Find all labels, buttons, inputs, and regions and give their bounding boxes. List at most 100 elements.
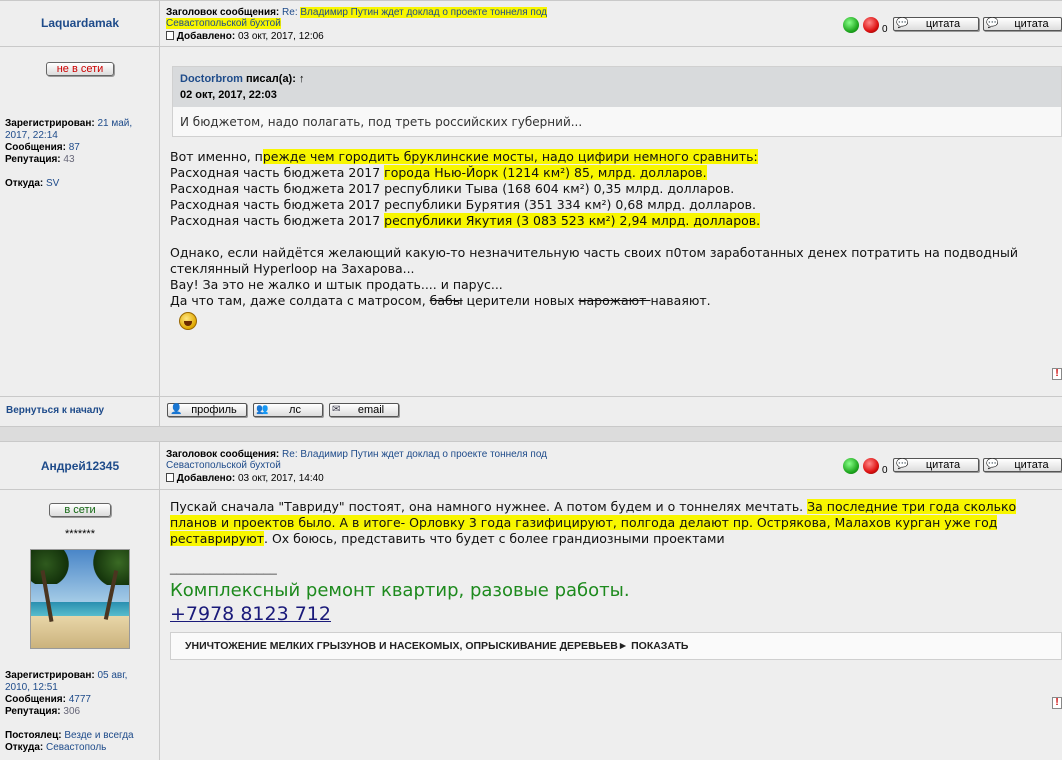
- body-strike: бабы: [429, 293, 463, 308]
- from-value: SV: [46, 178, 60, 189]
- thumb-up-green-icon[interactable]: [843, 458, 859, 474]
- post1-username[interactable]: Laquardamak: [0, 16, 160, 30]
- quote-block: Doctorbrom писал(а): ↑ 02 окт, 2017, 22:…: [172, 66, 1062, 137]
- reg-value-2: 2017, 22:14: [5, 130, 58, 141]
- body-text: Расходная часть бюджета 2017 республики …: [170, 197, 756, 212]
- rep-label: Репутация:: [5, 154, 61, 165]
- body-text: Расходная часть бюджета 2017: [170, 213, 385, 228]
- body-text: Вау! За это не жалко и штык продать.... …: [170, 277, 503, 292]
- speech-icon: 💬: [986, 459, 999, 470]
- pm-button[interactable]: 👥 лс: [253, 403, 323, 417]
- subject-line2[interactable]: Севастопольской бухтой: [166, 18, 281, 29]
- rep-value[interactable]: 306: [63, 706, 80, 717]
- rank-stars: *******: [65, 528, 95, 540]
- ad-banner[interactable]: УНИЧТОЖЕНИЕ МЕЛКИХ ГРЫЗУНОВ И НАСЕКОМЫХ,…: [170, 632, 1062, 660]
- pm-label: лс: [289, 404, 301, 416]
- post1-user-info: Зарегистрирован: 21 май, 2017, 22:14 Соо…: [5, 118, 157, 190]
- speech-icon: 💬: [896, 459, 909, 470]
- ad-banner-text: УНИЧТОЖЕНИЕ МЕЛКИХ ГРЫЗУНОВ И НАСЕКОМЫХ,…: [185, 640, 618, 652]
- quote-label: цитата: [925, 18, 961, 30]
- back-to-top-link[interactable]: Вернуться к началу: [6, 405, 104, 416]
- speech-icon: 💬: [986, 18, 999, 29]
- thumb-up-green-icon[interactable]: [843, 17, 859, 33]
- thumb-down-red-icon[interactable]: [863, 458, 879, 474]
- reg-label: Зарегистрирован:: [5, 118, 95, 129]
- quote-label: цитата: [925, 459, 961, 471]
- post1-subject: Заголовок сообщения: Re: Владимир Путин …: [166, 7, 766, 29]
- post-icon: [166, 31, 174, 40]
- body-text: . Ох боюсь, представить что будет с боле…: [264, 531, 725, 546]
- email-button[interactable]: ✉ email: [329, 403, 399, 417]
- added-label: Добавлено:: [176, 473, 236, 484]
- post2-username[interactable]: Андрей12345: [0, 459, 160, 473]
- messages-label: Сообщения:: [5, 142, 66, 153]
- body-highlight: режде чем городить бруклинские мосты, на…: [262, 149, 758, 164]
- from-value: Севастополь: [46, 742, 107, 753]
- body-text: церители новых: [462, 293, 579, 308]
- body-text: Расходная часть бюджета 2017 республики …: [170, 181, 735, 196]
- subject-line2[interactable]: Севастопольской бухтой: [166, 460, 281, 471]
- resident-value: Везде и всегда: [64, 730, 134, 741]
- subject-prefix[interactable]: Re:: [282, 7, 298, 18]
- report-icon[interactable]: !: [1052, 697, 1062, 709]
- quote-jump-arrow[interactable]: ↑: [299, 73, 305, 85]
- quote-author-link[interactable]: Doctorbrom: [180, 73, 243, 85]
- reg-value-2: 2010, 12:51: [5, 682, 58, 693]
- quote-label: цитата: [1014, 18, 1049, 30]
- signature-ad: Комплексный ремонт квартир, разовые рабо…: [170, 580, 630, 601]
- body-text: Пускай сначала "Тавриду" постоят, она на…: [170, 499, 808, 514]
- body-text: стеклянный Hyperloop на Захарова...: [170, 261, 415, 276]
- quote-button[interactable]: 💬 цитата: [893, 458, 979, 472]
- subject-line1[interactable]: Владимир Путин ждет доклад о проекте тон…: [300, 449, 547, 460]
- signature-line: ________________: [170, 561, 277, 575]
- profile-button[interactable]: 👤 профиль: [167, 403, 247, 417]
- multiquote-button[interactable]: 💬 цитата: [983, 17, 1062, 31]
- body-highlight: республики Якутия (3 083 523 км²) 2,94 м…: [384, 213, 761, 228]
- vote-count: 0: [882, 24, 888, 35]
- thumb-down-red-icon[interactable]: [863, 17, 879, 33]
- quote-date: 02 окт, 2017, 22:03: [180, 89, 277, 101]
- reg-value: 21 май,: [97, 118, 133, 129]
- body-text: наваяют.: [650, 293, 711, 308]
- body-highlight: города Нью-Йорк (1214 км²) 85, млрд. дол…: [384, 165, 707, 180]
- added-label: Добавлено:: [176, 31, 236, 42]
- added-date: 03 окт, 2017, 14:40: [237, 473, 324, 484]
- quote-text: И бюджетом, надо полагать, под треть рос…: [180, 115, 583, 129]
- multiquote-button[interactable]: 💬 цитата: [983, 458, 1062, 472]
- status-online-badge: в сети: [49, 503, 111, 517]
- body-strike: нарожают: [578, 293, 651, 308]
- subject-label: Заголовок сообщения:: [166, 7, 280, 18]
- post2-body: Пускай сначала "Тавриду" постоят, она на…: [170, 499, 1060, 547]
- body-text: Вот именно, п: [170, 149, 263, 164]
- reg-value: 05 авг,: [97, 670, 128, 681]
- quote-button[interactable]: 💬 цитата: [893, 17, 979, 31]
- profile-label: профиль: [191, 404, 237, 416]
- post1-body: Вот именно, прежде чем городить бруклинс…: [170, 149, 1060, 309]
- report-icon[interactable]: !: [1052, 368, 1062, 380]
- post2-added: Добавлено: 03 окт, 2017, 14:40: [166, 473, 324, 484]
- post-spacer: [0, 426, 1062, 442]
- messages-value[interactable]: 87: [69, 142, 80, 153]
- rep-label: Репутация:: [5, 706, 61, 717]
- subject-label: Заголовок сообщения:: [166, 449, 280, 460]
- from-label: Откуда:: [5, 742, 44, 753]
- resident-label: Постоялец:: [5, 730, 62, 741]
- speech-icon: 💬: [896, 18, 909, 29]
- messages-value[interactable]: 4777: [69, 694, 91, 705]
- signature-phone[interactable]: +7978 8123 712: [170, 603, 331, 625]
- post1-added: Добавлено: 03 окт, 2017, 12:06: [166, 31, 324, 42]
- reg-label: Зарегистрирован:: [5, 670, 95, 681]
- quote-wrote: писал(а):: [246, 73, 296, 85]
- rep-value[interactable]: 43: [63, 154, 74, 165]
- subject-prefix[interactable]: Re:: [282, 449, 298, 460]
- ad-show-link[interactable]: ► ПОКАЗАТЬ: [618, 640, 689, 652]
- status-offline-badge: не в сети: [45, 62, 115, 76]
- body-text: Да что там, даже солдата с матросом,: [170, 293, 430, 308]
- subject-line1[interactable]: Владимир Путин ждет доклад о проекте тон…: [300, 7, 547, 18]
- body-text: Однако, если найдётся желающий какую-то …: [170, 245, 1019, 260]
- laughing-smiley-icon: [179, 312, 197, 330]
- body-highlight: За последние три года сколько: [807, 499, 1017, 514]
- post2-subject: Заголовок сообщения: Re: Владимир Путин …: [166, 449, 766, 471]
- quote-label: цитата: [1014, 459, 1049, 471]
- avatar[interactable]: [30, 549, 130, 649]
